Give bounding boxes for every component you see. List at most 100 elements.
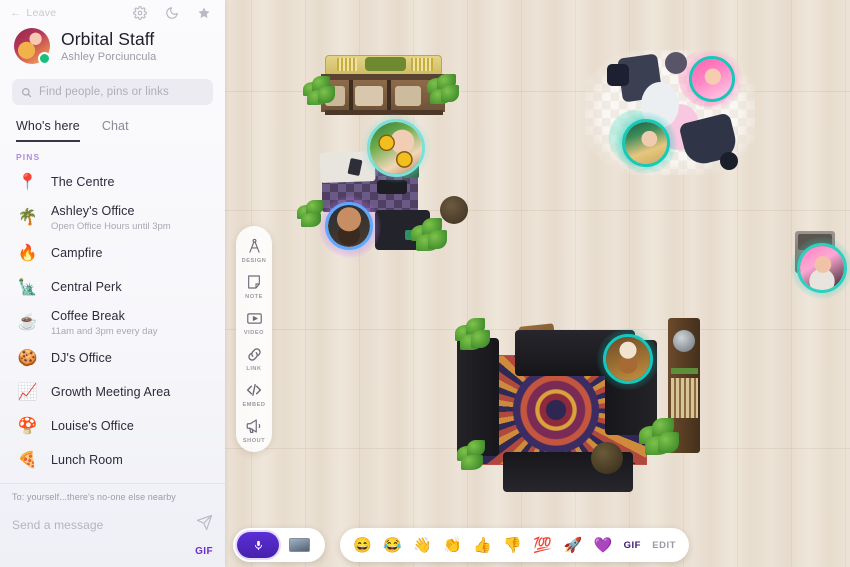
virtual-office-map[interactable] [225, 0, 850, 567]
pins-section-label: PINS [16, 152, 41, 162]
wave-reaction[interactable]: 👋 [413, 538, 432, 553]
tool-link[interactable]: LINK [237, 344, 271, 372]
desk-item-mid [355, 86, 383, 106]
dog-avatar[interactable] [603, 334, 653, 384]
message-input[interactable]: Send a message [12, 518, 103, 532]
clap-reaction[interactable]: 👏 [443, 538, 462, 553]
sunflower-avatar[interactable] [367, 119, 425, 177]
gif-button[interactable]: GIF [624, 540, 641, 551]
gear-icon[interactable] [132, 6, 147, 21]
moon-icon[interactable] [164, 6, 179, 21]
tool-label: NOTE [245, 294, 263, 300]
pin-subtitle: Open Office Hours until 3pm [51, 220, 171, 232]
list-item[interactable]: 📍 The Centre [0, 166, 225, 200]
arrow-left-icon: ← [10, 6, 22, 19]
smiling-woman-avatar[interactable] [797, 243, 847, 293]
list-item[interactable]: 🍪 DJ's Office [0, 342, 225, 376]
megaphone-icon [245, 416, 263, 436]
edit-button[interactable]: EDIT [652, 540, 676, 551]
code-icon [245, 380, 263, 400]
search-placeholder: Find people, pins or links [39, 86, 169, 98]
send-icon[interactable] [196, 514, 213, 536]
pizza-icon: 🍕 [17, 451, 38, 469]
chart-increasing-icon: 📈 [17, 383, 38, 401]
pin-title: The Centre [51, 175, 115, 190]
list-item[interactable]: 🌴 Ashley's Office Open Office Hours unti… [0, 200, 225, 237]
online-status-dot [38, 52, 51, 65]
star-icon[interactable] [196, 6, 211, 21]
mushroom-icon: 🍄 [17, 417, 38, 435]
tool-label: EMBED [242, 402, 266, 408]
bearded-man-avatar[interactable] [325, 202, 373, 250]
seated-person-avatar[interactable] [622, 119, 670, 167]
search-input[interactable]: Find people, pins or links [12, 79, 213, 105]
screen-share-button[interactable] [283, 532, 315, 558]
pin-title: Ashley's Office [51, 204, 135, 218]
grinning-face-reaction[interactable]: 😄 [353, 538, 372, 553]
pin-title: Lunch Room [51, 453, 123, 468]
tool-note[interactable]: NOTE [237, 272, 271, 300]
search-icon [22, 87, 32, 97]
plant-lounge-right [411, 218, 451, 258]
tab-chat[interactable]: Chat [102, 119, 129, 142]
hundred-points-reaction[interactable]: 💯 [533, 538, 552, 553]
statue-of-liberty-icon: 🗽 [17, 278, 38, 296]
microphone-button[interactable] [237, 532, 279, 558]
tool-label: SHOUT [242, 438, 266, 444]
rocket-reaction[interactable]: 🚀 [563, 538, 582, 553]
sign-green-label [365, 57, 406, 71]
tool-design[interactable]: DESIGN [237, 236, 271, 264]
pin-text: Lunch Room [51, 453, 123, 469]
pin-title: Coffee Break [51, 308, 125, 323]
laughing-face-reaction[interactable]: 😂 [383, 538, 402, 553]
pin-title: Growth Meeting Area [51, 385, 171, 400]
desk-item-right [395, 86, 421, 106]
pin-title: Campfire [51, 246, 103, 261]
beanbag-small [607, 64, 629, 86]
thumbs-up-reaction[interactable]: 👍 [473, 538, 492, 553]
sign-texture-right [411, 58, 433, 71]
tool-label: DESIGN [241, 258, 267, 264]
list-item[interactable]: 🍄 Louise's Office [0, 410, 225, 444]
desk-divider-1 [349, 80, 353, 112]
tool-label: LINK [246, 366, 262, 372]
pin-text: Louise's Office [51, 419, 134, 435]
coffee-table-round [591, 442, 623, 474]
palm-tree-icon: 🌴 [17, 209, 38, 227]
profile-text: Orbital Staff Ashley Porciuncula [61, 29, 156, 62]
list-item[interactable]: 🔥 Campfire [0, 237, 225, 271]
list-item[interactable]: 🍕 Lunch Room [0, 444, 225, 478]
thumbs-down-reaction[interactable]: 👎 [503, 538, 522, 553]
list-item[interactable]: 🗽 Central Perk [0, 271, 225, 305]
sidebar-top-row: ← Leave [0, 0, 225, 26]
mic-bar [233, 528, 325, 562]
pin-text: Ashley's Office Open Office Hours until … [51, 204, 171, 233]
composer-gif-button[interactable]: GIF [12, 546, 213, 557]
screen-share-icon [288, 538, 310, 552]
pouf-dark [720, 152, 738, 170]
pins-list: 📍 The Centre 🌴 Ashley's Office Open Offi… [0, 166, 225, 483]
pin-subtitle: 11am and 3pm every day [51, 325, 158, 337]
pink-hair-avatar[interactable] [689, 56, 735, 102]
leave-button[interactable]: ← Leave [10, 7, 56, 19]
list-item[interactable]: 📈 Growth Meeting Area [0, 376, 225, 410]
shelf-book-row [671, 378, 698, 418]
message-composer: To: yourself...there's no-one else nearb… [0, 483, 225, 567]
shelf-globe [673, 330, 695, 352]
profile-username: Ashley Porciuncula [61, 50, 157, 63]
map-pin-icon: 📍 [17, 174, 38, 191]
list-item[interactable]: ☕ Coffee Break 11am and 3pm every day [0, 305, 225, 342]
plant-right [427, 74, 461, 108]
tab-whos-here[interactable]: Who's here [16, 119, 80, 142]
tool-embed[interactable]: EMBED [237, 380, 271, 408]
desk-divider-2 [387, 80, 391, 112]
page-title: Orbital Staff [61, 29, 155, 50]
purple-heart-reaction[interactable]: 💜 [594, 538, 613, 553]
avatar[interactable] [14, 28, 51, 65]
tool-label: VIDEO [243, 330, 265, 336]
tool-shout[interactable]: SHOUT [237, 416, 271, 444]
composer-recipient: To: yourself...there's no-one else nearb… [12, 492, 176, 502]
tool-video[interactable]: VIDEO [237, 308, 271, 336]
profile-block[interactable]: Orbital Staff Ashley Porciuncula [0, 26, 225, 72]
plant-lr-right [639, 418, 685, 464]
